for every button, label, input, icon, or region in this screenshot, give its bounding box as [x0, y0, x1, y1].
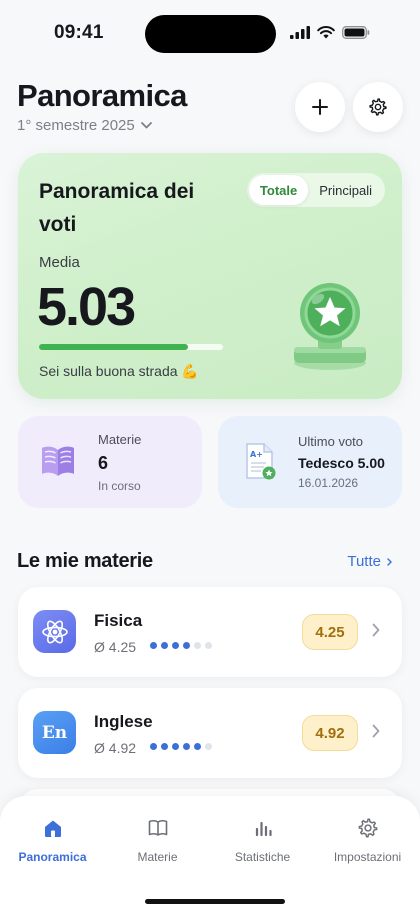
subject-average: Ø 4.25 — [94, 639, 137, 655]
tab-impostazioni[interactable]: Impostazioni — [315, 816, 420, 864]
grade-dots — [150, 743, 212, 750]
grade-dot-empty — [205, 642, 212, 649]
last-grade-date: 16.01.2026 — [298, 476, 359, 490]
grade-dot-empty — [205, 743, 212, 750]
plus-icon — [312, 99, 328, 115]
home-indicator — [145, 899, 285, 904]
last-grade-text: Ultimo voto Tedesco 5.00 16.01.2026 — [298, 434, 385, 490]
tab-materie[interactable]: Materie — [105, 816, 210, 864]
semester-label: 1° semestre 2025 — [17, 117, 135, 134]
section-title-subjects: Le mie materie — [17, 550, 153, 572]
chevron-down-icon — [140, 122, 152, 129]
signal-icon — [290, 26, 310, 39]
grade-dot-filled — [194, 743, 201, 750]
subjects-summary-text: Materie 6 In corso — [98, 432, 141, 493]
status-time: 09:41 — [54, 22, 104, 43]
chevron-right-icon — [372, 623, 380, 637]
en-icon: En — [33, 711, 76, 754]
last-grade-card[interactable]: A+ Ultimo voto Tedesco 5.00 16.01.2026 — [218, 416, 402, 508]
home-icon — [44, 820, 61, 837]
tab-bar: Panoramica Materie Statistiche Impostazi… — [0, 796, 420, 913]
add-button[interactable] — [295, 82, 345, 132]
header: Panoramica 1° semestre 2025 — [0, 70, 420, 150]
average-progress-bar — [39, 344, 223, 350]
tab-label: Impostazioni — [333, 850, 402, 864]
grade-dots — [150, 642, 212, 649]
chevron-right-icon — [387, 557, 392, 566]
en-icon-text: En — [41, 722, 68, 743]
segment-totale[interactable]: Totale — [248, 175, 309, 205]
grade-dot-empty — [194, 642, 201, 649]
battery-icon — [342, 26, 370, 39]
tab-statistiche[interactable]: Statistiche — [210, 816, 315, 864]
grade-dot-filled — [161, 642, 168, 649]
tab-panoramica[interactable]: Panoramica — [0, 816, 105, 864]
subjects-label: Materie — [98, 432, 142, 447]
page-title: Panoramica — [17, 78, 187, 113]
book-icon — [148, 820, 167, 836]
grade-filter-segmented-control: Totale Principali — [246, 173, 385, 207]
tab-label: Panoramica — [18, 850, 87, 864]
graded-document-icon: A+ — [246, 443, 276, 480]
grade-dot-filled — [172, 743, 179, 750]
tab-label: Materie — [137, 850, 178, 864]
subject-row-fisica[interactable]: Fisica Ø 4.25 4.25 — [18, 587, 402, 677]
last-grade-value: Tedesco 5.00 — [298, 455, 385, 471]
book-icon — [42, 446, 74, 476]
subjects-count: 6 — [98, 453, 109, 473]
grade-dot-filled — [183, 642, 190, 649]
gear-icon — [358, 818, 377, 838]
subject-name: Inglese — [94, 712, 153, 731]
chevron-right-icon — [372, 724, 380, 738]
chart-icon — [255, 821, 272, 837]
see-all-label: Tutte — [347, 553, 381, 570]
status-icons — [290, 26, 370, 39]
grade-dot-filled — [150, 743, 157, 750]
semester-selector[interactable]: 1° semestre 2025 — [17, 117, 152, 134]
atom-icon — [33, 610, 76, 653]
subjects-sub: In corso — [98, 479, 141, 493]
tab-label: Statistiche — [234, 850, 291, 864]
average-progress-fill — [39, 344, 189, 350]
svg-text:A+: A+ — [250, 450, 263, 459]
see-all-subjects-link[interactable]: Tutte — [347, 553, 392, 570]
dynamic-island — [145, 15, 276, 53]
grades-card-title: Panoramica dei voti — [39, 180, 195, 236]
segment-principali[interactable]: Principali — [308, 175, 383, 205]
grade-dot-filled — [150, 642, 157, 649]
grade-dot-filled — [172, 642, 179, 649]
trophy-icon — [294, 283, 366, 370]
last-grade-label: Ultimo voto — [298, 434, 364, 449]
encouragement-text: Sei sulla buona strada 💪 — [39, 363, 199, 379]
grade-dot-filled — [161, 743, 168, 750]
settings-button[interactable] — [353, 82, 403, 132]
grade-dot-filled — [183, 743, 190, 750]
grades-overview-card: Panoramica dei voti Totale Principali Me… — [18, 153, 402, 399]
subject-grade-badge: 4.92 — [302, 715, 358, 751]
subject-row-inglese[interactable]: En Inglese Ø 4.92 4.92 — [18, 688, 402, 778]
subjects-summary-card[interactable]: Materie 6 In corso — [18, 416, 202, 508]
subject-average: Ø 4.92 — [94, 740, 137, 756]
status-bar: 09:41 — [0, 0, 420, 60]
average-label: Media — [39, 254, 80, 271]
wifi-icon — [317, 26, 335, 39]
subject-grade-badge: 4.25 — [302, 614, 358, 650]
subject-name: Fisica — [94, 611, 143, 630]
gear-icon — [369, 98, 387, 116]
average-value: 5.03 — [37, 277, 136, 337]
